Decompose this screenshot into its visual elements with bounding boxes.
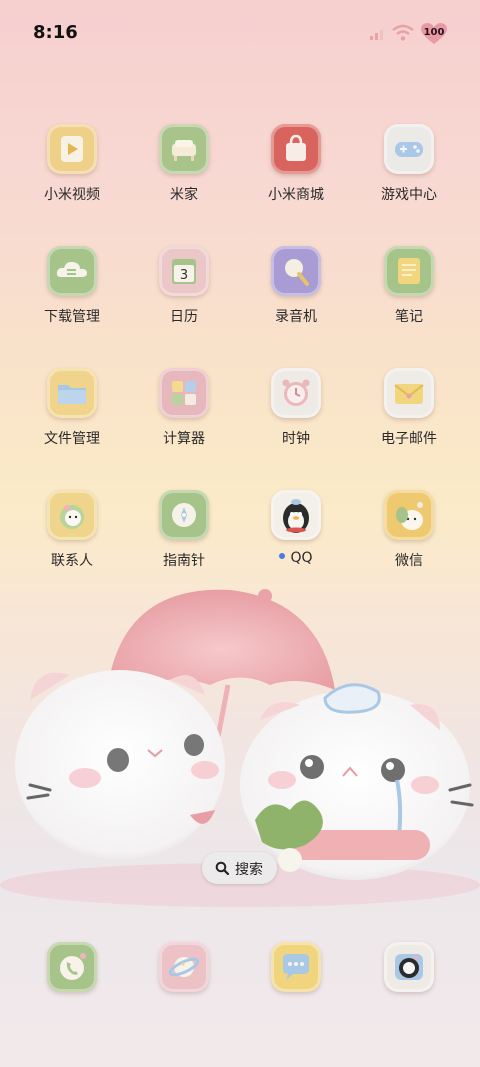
app-wechat[interactable]: 微信 [359,490,459,570]
contacts-icon [47,490,97,540]
new-install-dot [279,553,286,559]
shop-icon [271,124,321,174]
recorder-icon [271,246,321,296]
calendar-icon: 3 [159,246,209,296]
clock-icon [271,368,321,418]
app-game-center[interactable]: 游戏中心 [359,124,459,204]
home-search-button[interactable]: 搜索 [202,852,277,884]
video-icon [47,124,97,174]
app-qq[interactable]: QQ [246,490,346,566]
dock-messages[interactable] [246,942,346,992]
dock-camera[interactable] [359,942,459,992]
dock-phone[interactable] [22,942,122,992]
status-bar: 8:16 100 [0,0,480,64]
folder-icon [47,368,97,418]
notes-icon [384,246,434,296]
app-mi-store[interactable]: 小米商城 [246,124,346,204]
app-mijia[interactable]: 米家 [134,124,234,204]
planet-icon [159,942,209,992]
app-compass[interactable]: 指南针 [134,490,234,570]
app-notes[interactable]: 笔记 [359,246,459,326]
app-calendar[interactable]: 3 日历 [134,246,234,326]
mail-icon [384,368,434,418]
status-time: 8:16 [33,22,78,43]
qq-penguin-icon [271,490,321,540]
camera-icon [384,942,434,992]
wechat-icon [384,490,434,540]
app-mi-video[interactable]: 小米视频 [22,124,122,204]
download-cloud-icon [47,246,97,296]
app-calculator[interactable]: 计算器 [134,368,234,448]
home-icon [159,124,209,174]
compass-icon [159,490,209,540]
message-icon [271,942,321,992]
signal-icon [370,26,388,40]
search-icon [215,861,229,875]
gamepad-icon [384,124,434,174]
dock-planet[interactable] [134,942,234,992]
calculator-icon [159,368,209,418]
app-email[interactable]: 电子邮件 [359,368,459,448]
wifi-icon [392,24,414,41]
app-contacts[interactable]: 联系人 [22,490,122,570]
app-recorder[interactable]: 录音机 [246,246,346,326]
search-label: 搜索 [235,862,263,878]
battery-level: 100 [423,27,445,38]
svg-text:3: 3 [180,268,188,283]
phone-icon [47,942,97,992]
app-clock[interactable]: 时钟 [246,368,346,448]
app-file-manager[interactable]: 文件管理 [22,368,122,448]
app-downloads[interactable]: 下载管理 [22,246,122,326]
